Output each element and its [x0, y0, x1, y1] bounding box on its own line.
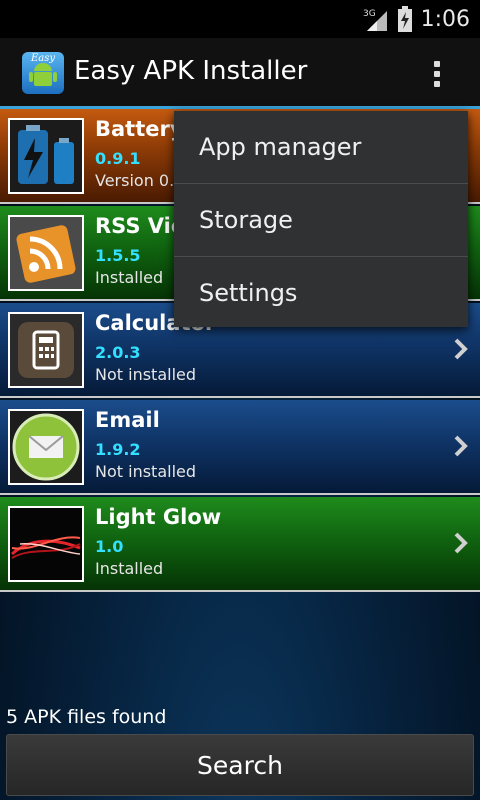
chevron-right-icon	[454, 435, 468, 457]
app-version: 0.9.1	[95, 149, 141, 168]
email-app-icon	[8, 409, 84, 485]
app-status: Not installed	[95, 462, 197, 481]
list-item[interactable]: Email 1.9.2 Not installed	[0, 400, 480, 495]
app-status: Installed	[95, 559, 164, 578]
menu-item-app-manager[interactable]: App manager	[174, 111, 468, 183]
overflow-menu: App manager Storage Settings	[174, 111, 468, 327]
search-button[interactable]: Search	[6, 734, 474, 796]
app-name: Light Glow	[95, 505, 222, 529]
overflow-dot-icon	[434, 81, 440, 87]
app-name: RSS Vie	[95, 214, 186, 238]
rss-app-icon	[8, 215, 84, 291]
menu-item-settings[interactable]: Settings	[174, 257, 468, 329]
chevron-right-icon	[454, 338, 468, 360]
app-name: Battery	[95, 117, 184, 141]
menu-item-storage[interactable]: Storage	[174, 184, 468, 256]
overflow-menu-button[interactable]	[422, 54, 452, 94]
action-bar: Easy Easy APK Installer	[0, 38, 480, 106]
app-version: 1.9.2	[95, 440, 141, 459]
app-title: Easy APK Installer	[74, 56, 308, 86]
overflow-dot-icon	[434, 61, 440, 67]
app-status: Installed	[95, 268, 164, 287]
clock: 1:06	[420, 6, 470, 32]
svg-text:3G: 3G	[363, 9, 376, 19]
app-status: Not installed	[95, 365, 197, 384]
app-version: 2.0.3	[95, 343, 141, 362]
overflow-dot-icon	[434, 71, 440, 77]
app-version: 1.0	[95, 537, 124, 556]
app-logo-icon[interactable]: Easy	[22, 52, 64, 94]
app-version: 1.5.5	[95, 246, 141, 265]
files-found-text: 5 APK files found	[6, 706, 167, 728]
calculator-app-icon	[8, 312, 84, 388]
battery-app-icon	[8, 118, 84, 194]
app-name: Email	[95, 408, 160, 432]
list-item[interactable]: Light Glow 1.0 Installed	[0, 497, 480, 592]
app-status: Version 0.8	[95, 171, 185, 190]
signal-3g-icon: 3G	[363, 9, 387, 31]
chevron-right-icon	[454, 532, 468, 554]
light-glow-app-icon	[8, 506, 84, 582]
battery-icon	[397, 6, 412, 32]
status-bar: 3G 1:06	[0, 0, 480, 38]
